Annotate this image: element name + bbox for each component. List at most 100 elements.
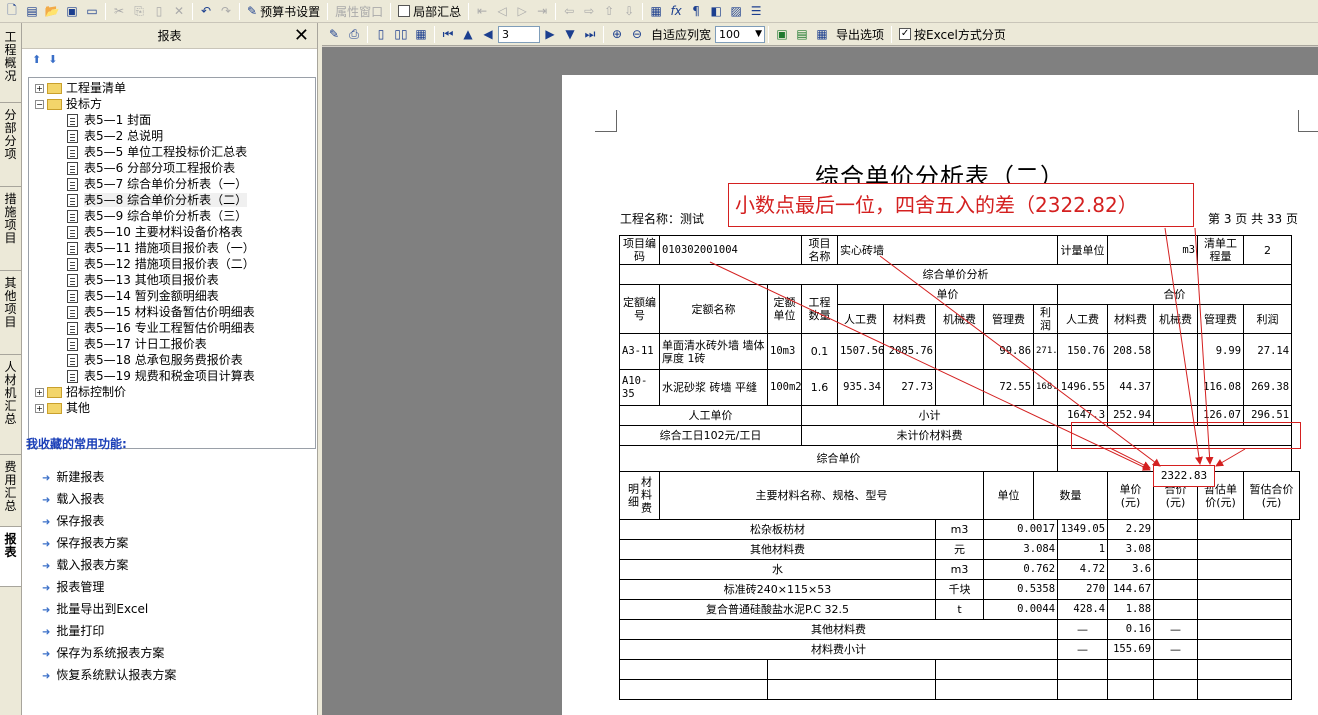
arrow-down-icon[interactable]: ⬇ bbox=[48, 53, 57, 66]
tree-node[interactable]: 表5—11 措施项目报价表（一） bbox=[67, 240, 255, 256]
paste-icon[interactable]: ▯ bbox=[150, 2, 168, 21]
expand-icon[interactable]: + bbox=[35, 388, 44, 397]
tree-node[interactable]: 表5—1 封面 bbox=[67, 112, 151, 128]
tree-node[interactable]: 表5—15 材料设备暂估价明细表 bbox=[67, 304, 255, 320]
excel-paging-checkbox[interactable]: ✓ bbox=[899, 28, 912, 40]
favorite-item[interactable]: ➜ 载入报表方案 bbox=[42, 557, 128, 573]
close-icon[interactable]: ✕ bbox=[294, 23, 309, 49]
vtab-3[interactable]: 其他项目 bbox=[0, 271, 21, 355]
next-icon[interactable]: ▷ bbox=[513, 2, 531, 21]
tree-node[interactable]: + 工程量清单 bbox=[35, 80, 126, 96]
cut-icon[interactable]: ✂ bbox=[110, 2, 128, 21]
favorite-item[interactable]: ➜ 保存报表方案 bbox=[42, 535, 128, 551]
page-up-icon[interactable]: ▲ bbox=[459, 25, 477, 44]
prev-icon[interactable]: ◁ bbox=[493, 2, 511, 21]
paragraph-icon[interactable]: ¶ bbox=[687, 2, 705, 21]
tree-node[interactable]: 表5—8 综合单价分析表（二） bbox=[67, 192, 248, 208]
cube-icon[interactable]: ◧ bbox=[707, 2, 725, 21]
zoom-out-icon[interactable]: ⊖ bbox=[628, 25, 646, 44]
cell-u-labor: 1507.56 bbox=[837, 333, 885, 370]
tree-node[interactable]: 表5—14 暂列金额明细表 bbox=[67, 288, 219, 304]
collapse-icon[interactable]: − bbox=[35, 100, 44, 109]
tree-node[interactable]: 表5—10 主要材料设备价格表 bbox=[67, 224, 243, 240]
arrow-up-icon[interactable]: ⬆ bbox=[32, 53, 41, 66]
zoom-in-icon[interactable]: ⊕ bbox=[608, 25, 626, 44]
vtab-0[interactable]: 工程概况 bbox=[0, 25, 21, 103]
zoom-select[interactable]: 100 ▼ bbox=[715, 25, 766, 43]
excel-export-icon[interactable]: ▣ bbox=[773, 25, 791, 44]
first-icon[interactable]: ⇤ bbox=[473, 2, 491, 21]
next-page-icon[interactable]: ▶ bbox=[541, 25, 559, 44]
folder-icon[interactable]: ▭ bbox=[83, 2, 101, 21]
single-page-icon[interactable]: ▯ bbox=[372, 25, 390, 44]
export-grid-icon[interactable]: ▦ bbox=[813, 25, 831, 44]
multi-page-icon[interactable]: ▦ bbox=[412, 25, 430, 44]
properties-window-button[interactable]: 属性窗口 bbox=[332, 2, 386, 21]
prev-page-icon[interactable]: ◀ bbox=[479, 25, 497, 44]
first-page-icon[interactable]: ⏮ bbox=[439, 25, 457, 44]
export-options-button[interactable]: 导出选项 bbox=[833, 25, 887, 44]
favorite-item[interactable]: ➜ 保存报表 bbox=[42, 513, 104, 529]
favorite-item[interactable]: ➜ 新建报表 bbox=[42, 469, 104, 485]
favorite-item[interactable]: ➜ 批量打印 bbox=[42, 623, 104, 639]
undo-icon[interactable]: ↶ bbox=[197, 2, 215, 21]
two-page-icon[interactable]: ▯▯ bbox=[392, 25, 410, 44]
move-up-icon[interactable]: ⇧ bbox=[600, 2, 618, 21]
excel-icon[interactable]: ▤ bbox=[793, 25, 811, 44]
favorite-item[interactable]: ➜ 保存为系统报表方案 bbox=[42, 645, 164, 661]
save-icon[interactable]: ▣ bbox=[63, 2, 81, 21]
copy-icon[interactable]: ⎘ bbox=[130, 2, 148, 21]
image-icon[interactable]: ▨ bbox=[727, 2, 745, 21]
tree-node[interactable]: 表5—6 分部分项工程报价表 bbox=[67, 160, 235, 176]
fit-width-button[interactable]: 自适应列宽 bbox=[648, 25, 714, 44]
tree-node[interactable]: 表5—16 专业工程暂估价明细表 bbox=[67, 320, 255, 336]
last-icon[interactable]: ⇥ bbox=[533, 2, 551, 21]
partial-summary-checkbox[interactable] bbox=[398, 5, 411, 17]
vtab-6[interactable]: 报表 bbox=[0, 527, 21, 587]
tree-node[interactable]: + 招标控制价 bbox=[35, 384, 126, 400]
partial-summary-toggle[interactable]: 局部汇总 bbox=[395, 2, 464, 21]
open-folder-icon[interactable]: 📂 bbox=[43, 2, 61, 21]
favorite-item[interactable]: ➜ 批量导出到Excel bbox=[42, 601, 148, 617]
expand-icon[interactable]: + bbox=[35, 84, 44, 93]
tree-node[interactable]: 表5—17 计日工报价表 bbox=[67, 336, 207, 352]
move-right-icon[interactable]: ⇨ bbox=[580, 2, 598, 21]
move-down-icon[interactable]: ⇩ bbox=[620, 2, 638, 21]
tree-node[interactable]: 表5—13 其他项目报价表 bbox=[67, 272, 219, 288]
move-left-icon[interactable]: ⇦ bbox=[560, 2, 578, 21]
edit-report-icon[interactable]: ✎ bbox=[325, 25, 343, 44]
tree-node[interactable]: 表5—9 综合单价分析表（三） bbox=[67, 208, 247, 224]
list-icon[interactable]: ☰ bbox=[747, 2, 765, 21]
expand-icon[interactable]: + bbox=[35, 404, 44, 413]
new-file-icon[interactable]: 🗋 bbox=[3, 2, 21, 21]
delete-icon[interactable]: ✕ bbox=[170, 2, 188, 21]
favorite-item[interactable]: ➜ 载入报表 bbox=[42, 491, 104, 507]
tree-node[interactable]: 表5—12 措施项目报价表（二） bbox=[67, 256, 255, 272]
vtab-2[interactable]: 措施项目 bbox=[0, 187, 21, 271]
redo-icon[interactable]: ↷ bbox=[217, 2, 235, 21]
cell-t-mach bbox=[1153, 333, 1199, 370]
tree-node[interactable]: 表5—7 综合单价分析表（一） bbox=[67, 176, 247, 192]
tree-node[interactable]: 表5—18 总承包服务费报价表 bbox=[67, 352, 243, 368]
budget-settings-button[interactable]: ✎ 预算书设置 bbox=[244, 2, 323, 21]
print-icon[interactable]: ⎙ bbox=[345, 25, 363, 44]
page-number-input[interactable]: 3 bbox=[498, 25, 540, 43]
report-doc-icon bbox=[67, 306, 78, 319]
last-page-icon[interactable]: ⏭ bbox=[581, 25, 599, 44]
favorite-item[interactable]: ➜ 报表管理 bbox=[42, 579, 104, 595]
favorite-item[interactable]: ➜ 恢复系统默认报表方案 bbox=[42, 667, 176, 683]
vtab-1[interactable]: 分部分项 bbox=[0, 103, 21, 187]
tree-node[interactable]: 表5—5 单位工程投标价汇总表 bbox=[67, 144, 247, 160]
cell-unit: 100m2 bbox=[766, 369, 803, 406]
page-down-icon[interactable]: ▼ bbox=[561, 25, 579, 44]
vtab-4[interactable]: 人材机汇总 bbox=[0, 355, 21, 455]
tree-node[interactable]: 表5—2 总说明 bbox=[67, 128, 163, 144]
calculator-icon[interactable]: ▦ bbox=[647, 2, 665, 21]
excel-paging-toggle[interactable]: ✓ 按Excel方式分页 bbox=[896, 25, 1009, 44]
new-doc-icon[interactable]: ▤ bbox=[23, 2, 41, 21]
tree-node[interactable]: − 投标方 bbox=[35, 96, 102, 112]
formula-icon[interactable]: fx bbox=[667, 2, 685, 21]
vtab-5[interactable]: 费用汇总 bbox=[0, 455, 21, 527]
tree-node[interactable]: + 其他 bbox=[35, 400, 90, 416]
tree-node[interactable]: 表5—19 规费和税金项目计算表 bbox=[67, 368, 255, 384]
